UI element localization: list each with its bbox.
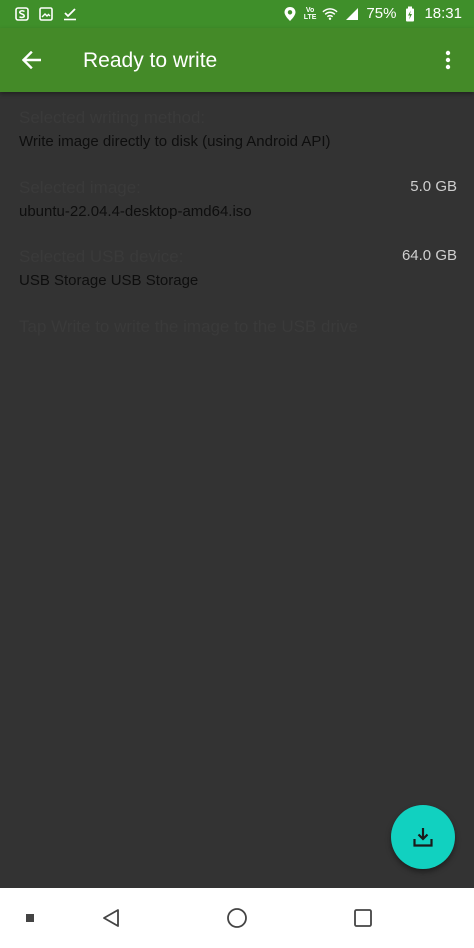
battery-charging-icon (402, 6, 418, 22)
usb-device-label: Selected USB device: (19, 247, 184, 266)
status-system: Vo LTE 75% 18:31 (282, 6, 462, 22)
arrow-back-icon (22, 51, 41, 69)
selected-image-label: Selected image: (19, 178, 141, 197)
wifi-icon (322, 6, 338, 22)
back-button[interactable] (14, 42, 50, 78)
recents-dot-icon[interactable] (18, 906, 42, 930)
volte-indicator: Vo LTE (303, 7, 317, 21)
usb-device-size: 64.0 GB (401, 247, 457, 264)
battery-percent: 75% (366, 5, 397, 22)
writing-method-value: Write image directly to disk (using Andr… (19, 133, 331, 150)
app-bar: Ready to write (0, 28, 474, 92)
page-title: Ready to write (83, 49, 218, 72)
download-icon (413, 828, 433, 847)
home-circle-icon[interactable] (225, 906, 249, 930)
overview-square-icon[interactable] (351, 906, 375, 930)
image-icon (38, 6, 54, 22)
selected-image-section: Selected image: 5.0 GB ubuntu-22.04.4-de… (19, 178, 457, 221)
checkmark-icon (62, 6, 78, 22)
image-size: 5.0 GB (410, 178, 457, 195)
selected-image-value: ubuntu-22.04.4-desktop-amd64.iso (19, 203, 252, 220)
write-fab-button[interactable] (391, 805, 455, 869)
back-triangle-icon[interactable] (99, 906, 123, 930)
status-time: 18:31 (424, 5, 462, 22)
app-s-icon (14, 6, 30, 22)
usb-device-value: USB Storage USB Storage (19, 272, 199, 289)
status-notifications (14, 6, 78, 22)
writing-method-label: Selected writing method: (19, 108, 206, 127)
signal-icon (344, 6, 360, 22)
location-icon (282, 6, 298, 22)
write-hint-text: Tap Write to write the image to the USB … (19, 317, 358, 336)
writing-method-section: Selected writing method: Write image dir… (19, 108, 457, 151)
overflow-menu-button[interactable] (432, 44, 464, 76)
usb-device-section: Selected USB device: 64.0 GB USB Storage… (19, 247, 457, 290)
status-bar: Vo LTE 75% 18:31 (0, 0, 474, 28)
system-nav-bar (0, 888, 474, 948)
more-vert-icon (445, 50, 451, 70)
